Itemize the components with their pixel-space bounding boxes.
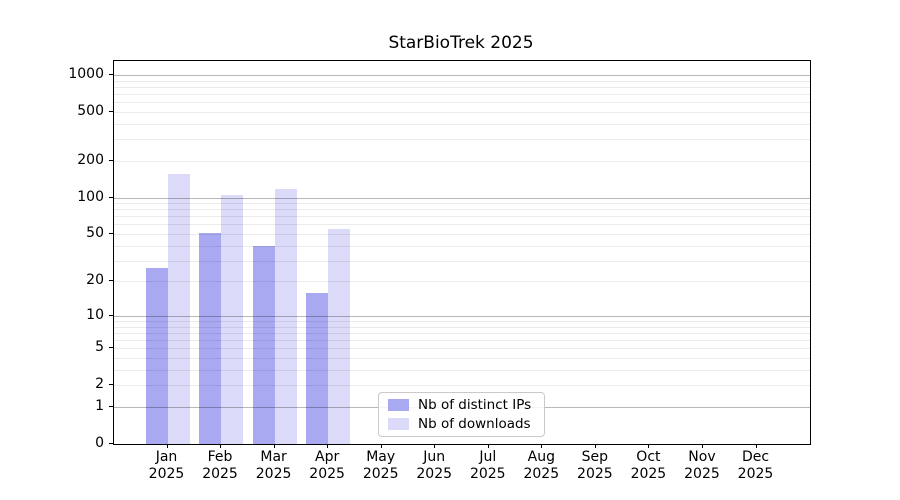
- minor-gridline-300: [114, 139, 810, 140]
- y-tick-label-500: 500: [0, 102, 104, 120]
- legend: Nb of distinct IPs Nb of downloads: [378, 392, 545, 437]
- bar-distinct-ips-apr: [306, 293, 328, 444]
- x-tick-mark-oct: [648, 444, 649, 448]
- x-tick-mark-feb: [220, 444, 221, 448]
- major-gridline-100: [114, 198, 810, 199]
- minor-gridline-500: [114, 112, 810, 113]
- y-tick-label-20: 20: [0, 271, 104, 289]
- minor-gridline-90: [114, 203, 810, 204]
- x-tick-mark-jun: [434, 444, 435, 448]
- y-tick-label-5: 5: [0, 338, 104, 356]
- bar-downloads-apr: [328, 229, 350, 444]
- y-tick-mark-20: [109, 280, 113, 281]
- minor-gridline-80: [114, 209, 810, 210]
- legend-row-downloads: Nb of downloads: [388, 416, 535, 432]
- y-tick-mark-0: [109, 443, 113, 444]
- minor-gridline-700: [114, 94, 810, 95]
- minor-gridline-70: [114, 216, 810, 217]
- chart-title: StarBioTrek 2025: [113, 33, 809, 53]
- minor-gridline-800: [114, 87, 810, 88]
- y-tick-label-1: 1: [0, 397, 104, 415]
- minor-gridline-60: [114, 224, 810, 225]
- legend-label-distinct-ips: Nb of distinct IPs: [418, 397, 531, 413]
- x-tick-mark-nov: [702, 444, 703, 448]
- x-tick-mark-dec: [756, 444, 757, 448]
- minor-gridline-200: [114, 161, 810, 162]
- y-tick-mark-200: [109, 160, 113, 161]
- y-tick-label-100: 100: [0, 188, 104, 206]
- x-tick-mark-apr: [327, 444, 328, 448]
- y-tick-mark-50: [109, 233, 113, 234]
- bar-distinct-ips-feb: [199, 233, 221, 444]
- y-tick-mark-100: [109, 197, 113, 198]
- major-gridline-1000: [114, 75, 810, 76]
- y-tick-mark-1: [109, 406, 113, 407]
- y-tick-label-50: 50: [0, 224, 104, 242]
- chart-canvas: StarBioTrek 2025 Nb of distinct IPs Nb o…: [0, 0, 900, 500]
- y-tick-label-2: 2: [0, 375, 104, 393]
- legend-label-downloads: Nb of downloads: [418, 416, 531, 432]
- bar-distinct-ips-jan: [146, 268, 168, 444]
- y-tick-mark-5: [109, 347, 113, 348]
- bar-downloads-mar: [275, 189, 297, 444]
- bar-downloads-feb: [221, 195, 243, 444]
- x-tick-mark-may: [381, 444, 382, 448]
- bar-downloads-jan: [168, 174, 190, 444]
- minor-gridline-600: [114, 102, 810, 103]
- legend-swatch-downloads: [388, 418, 409, 430]
- y-tick-mark-2: [109, 384, 113, 385]
- y-tick-mark-1000: [109, 74, 113, 75]
- bar-distinct-ips-mar: [253, 246, 275, 444]
- x-tick-mark-mar: [274, 444, 275, 448]
- minor-gridline-400: [114, 124, 810, 125]
- x-tick-mark-aug: [541, 444, 542, 448]
- legend-swatch-distinct-ips: [388, 399, 409, 411]
- y-tick-label-0: 0: [0, 434, 104, 452]
- y-tick-label-200: 200: [0, 151, 104, 169]
- y-tick-label-1000: 1000: [0, 65, 104, 83]
- x-tick-mark-sep: [595, 444, 596, 448]
- y-tick-mark-10: [109, 315, 113, 316]
- y-tick-label-10: 10: [0, 306, 104, 324]
- legend-row-distinct-ips: Nb of distinct IPs: [388, 397, 535, 413]
- minor-gridline-900: [114, 81, 810, 82]
- x-tick-mark-jan: [167, 444, 168, 448]
- x-tick-label-dec: Dec2025: [721, 449, 791, 483]
- x-tick-mark-jul: [488, 444, 489, 448]
- y-tick-mark-500: [109, 111, 113, 112]
- plot-area: [113, 60, 811, 445]
